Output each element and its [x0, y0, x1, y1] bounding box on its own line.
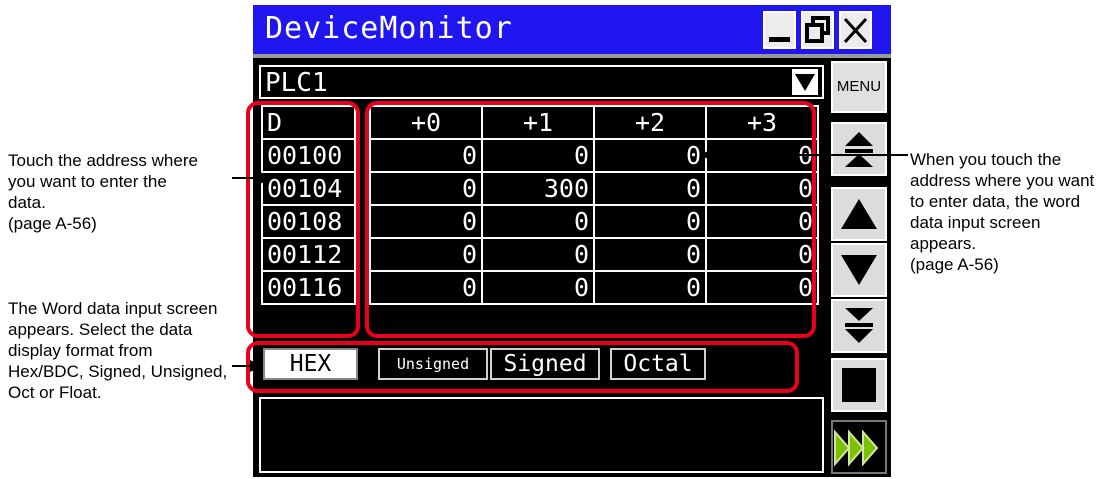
callout-arrows [232, 149, 908, 372]
arrow-head-format [250, 360, 262, 372]
arrow-head-value [700, 149, 712, 161]
arrow-head-address [260, 172, 272, 184]
